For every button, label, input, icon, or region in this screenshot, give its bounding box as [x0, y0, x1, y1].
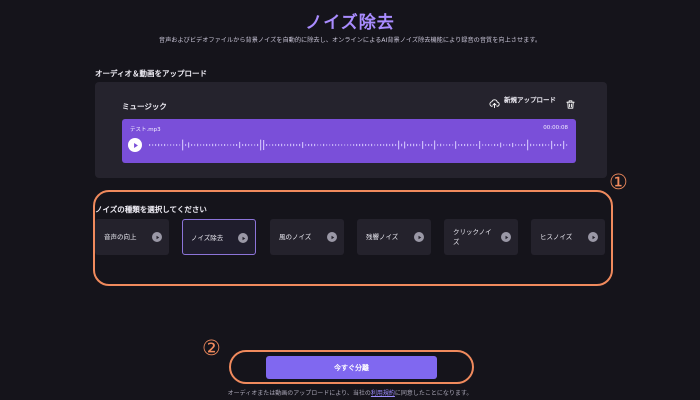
terms-footer: オーディオまたは動画のアップロードにより、当社の利用規約に同意したことになります… [0, 388, 700, 397]
new-upload-button[interactable]: 新規アップロード [489, 96, 561, 109]
noise-option-label: ヒスノイズ [540, 233, 573, 241]
track-duration: 00:00:08 [543, 125, 568, 131]
callout-number-1: ① [609, 170, 628, 194]
cloud-upload-icon [489, 99, 500, 109]
noise-option-label: クリックノイズ [453, 228, 492, 246]
play-icon [156, 235, 159, 239]
play-icon [242, 236, 245, 240]
noise-option-label: 風のノイズ [279, 233, 312, 241]
option-play-button[interactable] [588, 232, 598, 242]
noise-option-click-noise[interactable]: クリックノイズ [444, 219, 518, 255]
play-icon [133, 142, 138, 148]
footer-text-after: に同意したことになります。 [394, 390, 473, 397]
noise-option-label: 残響ノイズ [366, 233, 399, 241]
noise-option-voice-enhance[interactable]: 音声の向上 [95, 219, 169, 255]
waveform[interactable] [148, 139, 570, 151]
play-icon [592, 235, 595, 239]
noise-option-noise-removal[interactable]: ノイズ除去 [182, 219, 256, 255]
terms-link[interactable]: 利用規約 [371, 390, 395, 397]
play-icon [505, 235, 508, 239]
footer-text-before: オーディオまたは動画のアップロードにより、当社の [227, 390, 371, 397]
trash-icon[interactable] [565, 99, 576, 110]
noise-option-wind-noise[interactable]: 風のノイズ [270, 219, 344, 255]
separate-now-button[interactable]: 今すぐ分離 [266, 356, 437, 379]
track-file-name: テスト.mp3 [130, 127, 161, 133]
option-play-button[interactable] [501, 232, 511, 242]
upload-section-label: オーディオ＆動画をアップロード [95, 69, 207, 78]
noise-option-reverb-noise[interactable]: 残響ノイズ [357, 219, 431, 255]
noise-option-hiss-noise[interactable]: ヒスノイズ [531, 219, 605, 255]
new-upload-label: 新規アップロード [504, 96, 556, 104]
noise-option-label: ノイズ除去 [191, 234, 224, 242]
page-subtitle: 音声およびビデオファイルから背景ノイズを自動的に除去し、オンラインによるAI背景… [158, 37, 542, 44]
option-play-button[interactable] [327, 232, 337, 242]
page-title: ノイズ除去 [305, 13, 395, 33]
option-play-button[interactable] [238, 233, 248, 243]
option-play-button[interactable] [152, 232, 162, 242]
upload-panel: ミュージック 新規アップロード テスト.mp3 00:00:08 [95, 82, 607, 178]
callout-number-2: ② [202, 336, 221, 360]
music-label: ミュージック [122, 102, 167, 111]
noise-section-label: ノイズの種類を選択してください [95, 205, 207, 214]
track-play-button[interactable] [128, 138, 142, 152]
audio-track: テスト.mp3 00:00:08 [122, 119, 576, 163]
noise-option-label: 音声の向上 [104, 233, 137, 241]
play-icon [418, 235, 421, 239]
play-icon [331, 235, 334, 239]
option-play-button[interactable] [414, 232, 424, 242]
